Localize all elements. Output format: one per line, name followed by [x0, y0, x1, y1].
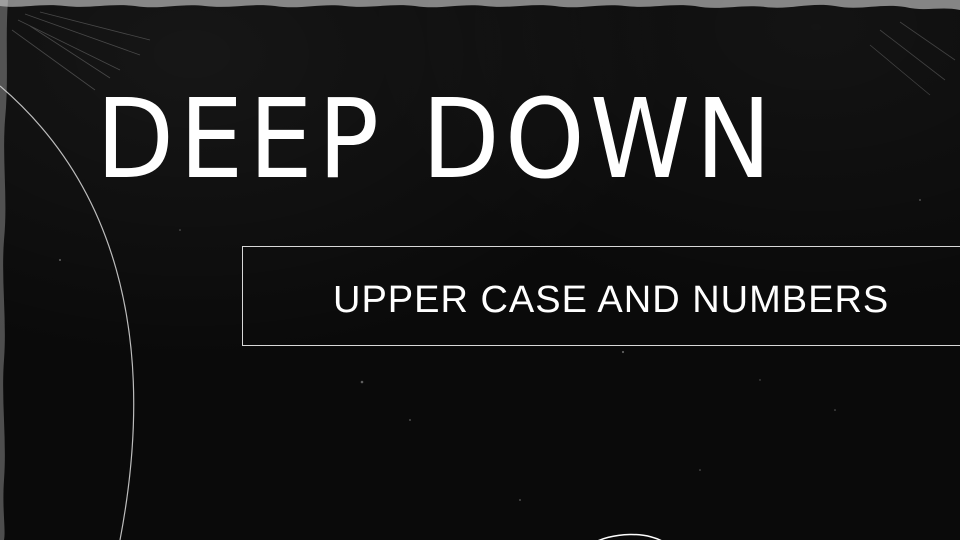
slide-subtitle: UPPER CASE AND NUMBERS — [333, 279, 890, 321]
bottom-arc-decoration — [598, 533, 662, 540]
slide-canvas: DEEP DOWN UPPER CASE AND NUMBERS — [0, 0, 960, 540]
worn-top-edge — [0, 0, 960, 10]
worn-left-edge — [0, 0, 8, 540]
slide-title: DEEP DOWN — [96, 74, 777, 204]
subtitle-frame: UPPER CASE AND NUMBERS — [242, 246, 960, 346]
